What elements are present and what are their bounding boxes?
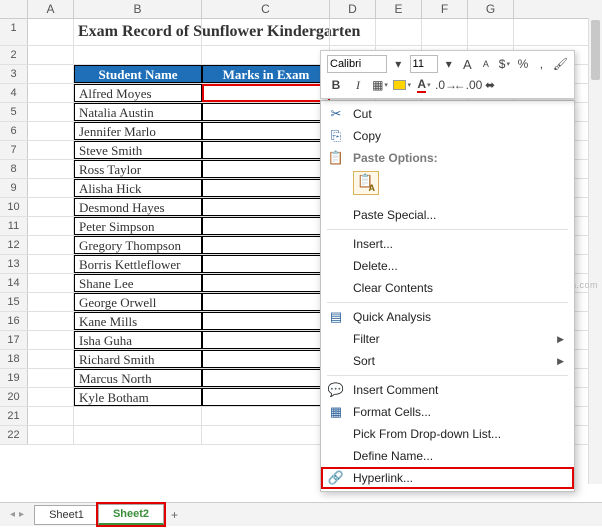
borders-button[interactable]: ▦▾: [371, 76, 389, 94]
menu-quick-analysis[interactable]: ▤Quick Analysis: [321, 306, 574, 328]
vertical-scrollbar[interactable]: [588, 18, 602, 484]
quick-analysis-icon: ▤: [327, 309, 345, 325]
tab-nav: ◂ ▸: [10, 509, 24, 520]
comma-icon[interactable]: ,: [534, 55, 549, 73]
menu-insert-comment[interactable]: 💬Insert Comment: [321, 379, 574, 401]
font-color-button[interactable]: A▾: [415, 76, 433, 94]
select-all-corner[interactable]: [0, 0, 28, 18]
menu-format-cells[interactable]: ▦Format Cells...: [321, 401, 574, 423]
row-2[interactable]: 2: [0, 46, 28, 64]
menu-define-name[interactable]: Define Name...: [321, 445, 574, 467]
merge-center-icon[interactable]: ⬌: [481, 76, 499, 94]
menu-sort[interactable]: Sort▶: [321, 350, 574, 372]
font-family-select[interactable]: [327, 55, 387, 73]
paste-option-button[interactable]: [353, 171, 379, 195]
menu-insert[interactable]: Insert...: [321, 233, 574, 255]
tab-nav-next-icon[interactable]: ▸: [19, 509, 24, 520]
menu-filter[interactable]: Filter▶: [321, 328, 574, 350]
colhdr-F[interactable]: F: [422, 0, 468, 18]
colhdr-C[interactable]: C: [202, 0, 330, 18]
menu-pick-dropdown[interactable]: Pick From Drop-down List...: [321, 423, 574, 445]
colhdr-A[interactable]: A: [28, 0, 74, 18]
menu-paste-special[interactable]: Paste Special...: [321, 204, 574, 226]
colhdr-E[interactable]: E: [376, 0, 422, 18]
menu-delete[interactable]: Delete...: [321, 255, 574, 277]
hdr-student-name[interactable]: Student Name: [74, 65, 202, 83]
italic-button[interactable]: I: [349, 76, 367, 94]
colhdr-D[interactable]: D: [330, 0, 376, 18]
chevron-right-icon: ▶: [557, 356, 564, 367]
comment-icon: 💬: [327, 382, 345, 398]
chevron-right-icon: ▶: [557, 334, 564, 345]
row-3[interactable]: 3: [0, 65, 28, 83]
add-sheet-button[interactable]: +: [163, 505, 186, 525]
row-4[interactable]: 4: [0, 84, 28, 102]
sheet-tab-1[interactable]: Sheet1: [34, 505, 99, 525]
font-size-dropdown-icon[interactable]: ▾: [442, 55, 457, 73]
menu-cut[interactable]: ✂Cut: [321, 103, 574, 125]
bold-button[interactable]: B: [327, 76, 345, 94]
colhdr-B[interactable]: B: [74, 0, 202, 18]
mini-toolbar: ▾ ▾ A A $▾ % , 🖌 B I ▦▾ ▾ A▾ .0→ ←.00 ⬌: [320, 50, 575, 99]
percent-icon[interactable]: %: [516, 55, 531, 73]
hyperlink-icon: 🔗: [327, 470, 345, 486]
scissors-icon: ✂: [327, 106, 345, 122]
hdr-marks[interactable]: Marks in Exam: [202, 65, 330, 83]
cell-C4-selected[interactable]: [202, 84, 330, 102]
fill-color-button[interactable]: ▾: [393, 76, 411, 94]
increase-decimal-icon[interactable]: ←.00: [459, 76, 477, 94]
currency-icon[interactable]: $▾: [497, 55, 512, 73]
increase-font-icon[interactable]: A: [460, 55, 475, 73]
context-menu: ✂Cut ⎘Copy 📋Paste Options: Paste Special…: [320, 100, 575, 492]
menu-copy[interactable]: ⎘Copy: [321, 125, 574, 147]
column-headers: A B C D E F G: [0, 0, 602, 19]
row-1[interactable]: 1: [0, 19, 28, 45]
sheet-title[interactable]: Exam Record of Sunflower Kindergarten: [74, 19, 202, 45]
menu-paste-options-label: 📋Paste Options:: [321, 147, 574, 169]
decrease-decimal-icon[interactable]: .0→: [437, 76, 455, 94]
menu-hyperlink[interactable]: 🔗Hyperlink...: [321, 467, 574, 489]
clipboard-icon: 📋: [327, 150, 345, 166]
copy-icon: ⎘: [327, 128, 345, 144]
font-family-dropdown-icon[interactable]: ▾: [391, 55, 406, 73]
decrease-font-icon[interactable]: A: [479, 55, 494, 73]
menu-clear-contents[interactable]: Clear Contents: [321, 277, 574, 299]
cell-B4[interactable]: Alfred Moyes: [74, 84, 202, 102]
colhdr-G[interactable]: G: [468, 0, 514, 18]
sheet-tab-2-active[interactable]: Sheet2: [98, 504, 164, 525]
font-size-select[interactable]: [410, 55, 438, 73]
tab-nav-prev-icon[interactable]: ◂: [10, 509, 15, 520]
format-painter-icon[interactable]: 🖌: [553, 55, 568, 73]
sheet-tab-bar: ◂ ▸ Sheet1 Sheet2 +: [0, 502, 602, 526]
format-cells-icon: ▦: [327, 404, 345, 420]
